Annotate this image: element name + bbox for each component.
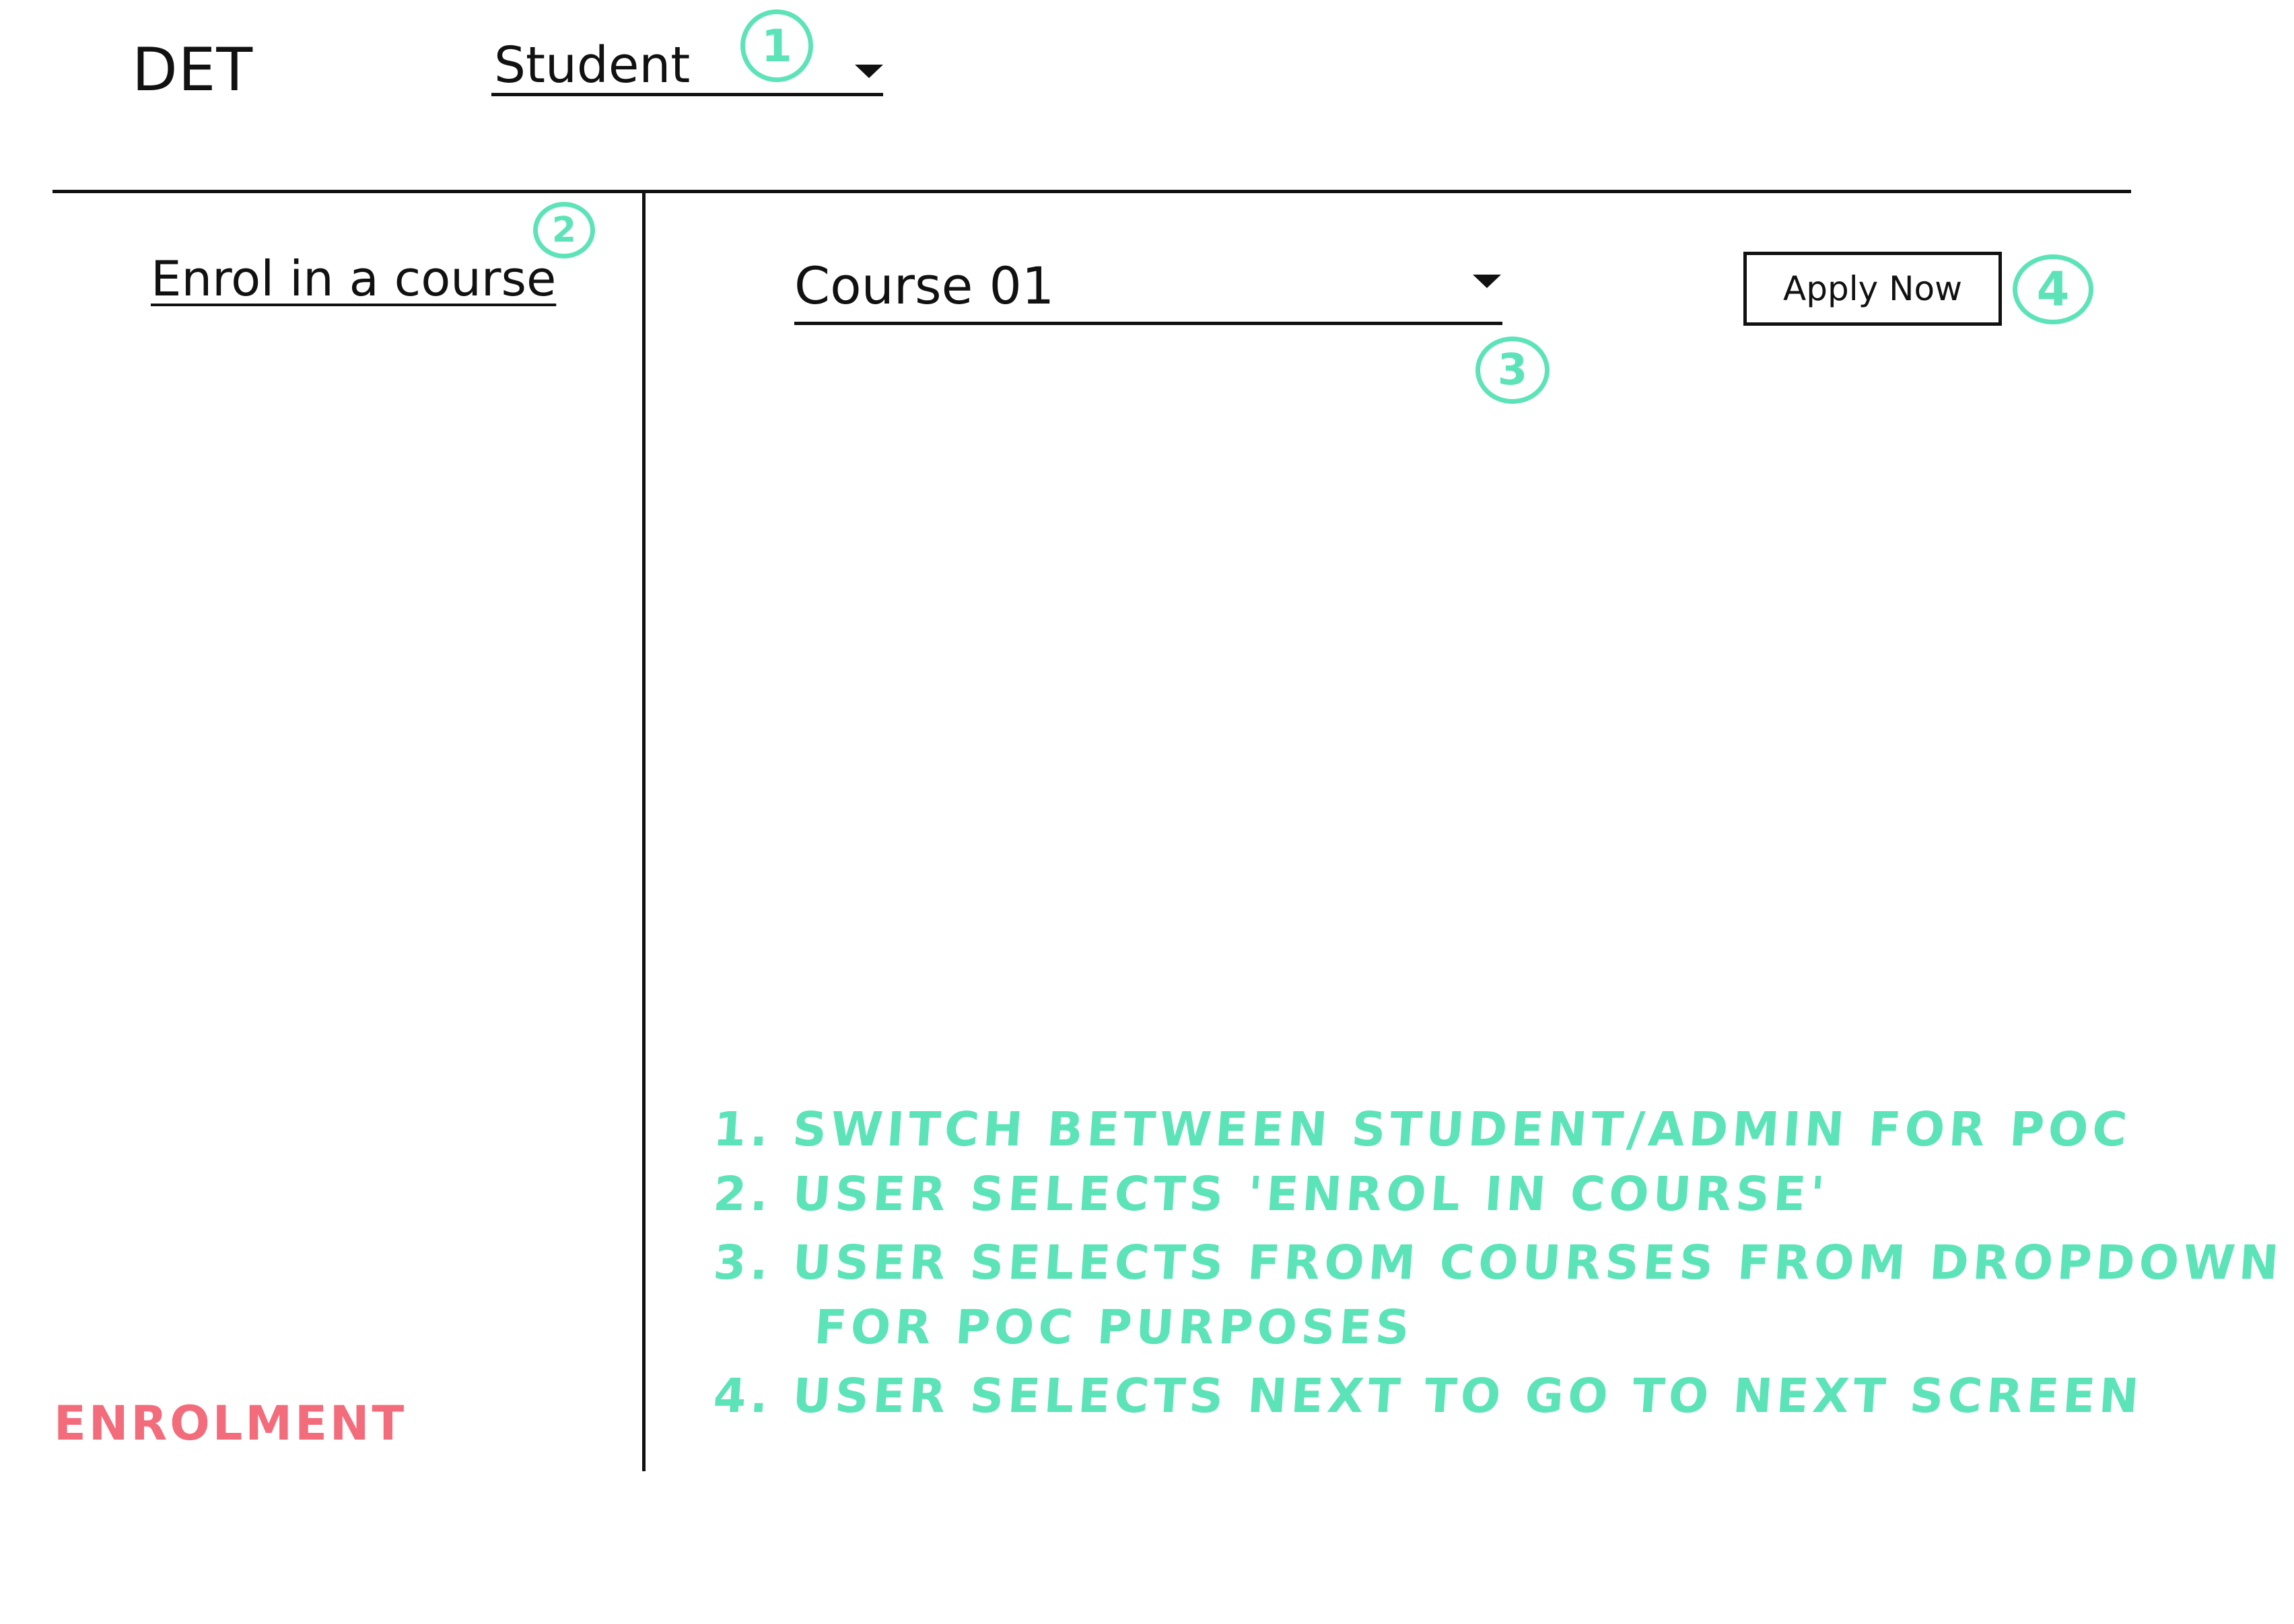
chevron-down-icon — [1473, 275, 1501, 288]
annotation-note: 3. USER SELECTS FROM COURSES FROM DROPDO… — [711, 1235, 2285, 1290]
app-brand: DET — [132, 35, 254, 104]
chevron-down-icon — [855, 65, 883, 78]
annotation-note: FOR POC PURPOSES — [812, 1300, 1416, 1355]
header-divider — [53, 190, 2131, 193]
annotation-marker-3: 3 — [1475, 337, 1550, 404]
role-dropdown-value: Student — [494, 36, 691, 94]
annotation-note: 4. USER SELECTS NEXT TO GO TO NEXT SCREE… — [711, 1368, 2145, 1423]
course-dropdown-value: Course 01 — [794, 256, 1055, 316]
sidebar-item-enrol[interactable]: Enrol in a course — [151, 250, 556, 307]
role-dropdown[interactable]: Student — [491, 36, 883, 96]
annotation-notes: 1. SWITCH BETWEEN STUDENT/ADMIN FOR POC … — [711, 1097, 2285, 1428]
annotation-note: 1. SWITCH BETWEEN STUDENT/ADMIN FOR POC — [711, 1102, 2133, 1157]
annotation-note: 2. USER SELECTS 'ENROL IN COURSE' — [711, 1166, 1830, 1222]
section-tag: ENROLMENT — [54, 1396, 407, 1451]
annotation-marker-1: 1 — [740, 9, 813, 82]
course-dropdown[interactable]: Course 01 — [794, 256, 1502, 325]
annotation-marker-4: 4 — [2013, 254, 2093, 324]
annotation-marker-2: 2 — [533, 202, 595, 258]
sidebar-divider — [642, 191, 646, 1471]
apply-now-button[interactable]: Apply Now — [1743, 252, 2002, 326]
